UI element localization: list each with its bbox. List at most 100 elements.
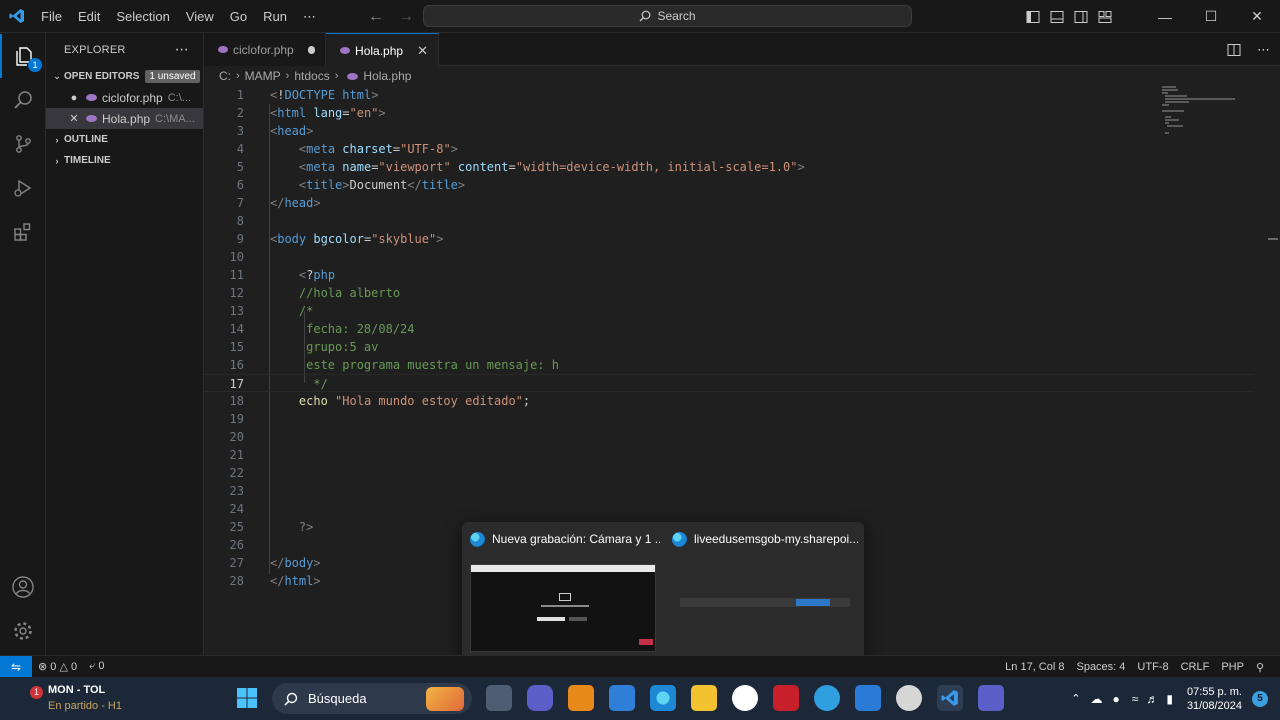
sublime-text-icon[interactable] <box>568 685 594 711</box>
code-line[interactable]: 23 <box>204 482 1254 500</box>
code-line[interactable]: 7 </head> <box>204 194 1254 212</box>
end-of-line[interactable]: CRLF <box>1175 661 1216 673</box>
problems-indicator[interactable]: ⊗ 0 △ 0 <box>32 660 83 673</box>
command-center-search[interactable]: Search <box>423 5 912 27</box>
battery-icon[interactable]: ▮ <box>1166 692 1173 706</box>
code-line[interactable]: 13 /* <box>204 302 1254 320</box>
remote-indicator-icon[interactable]: ⇋ <box>0 655 32 678</box>
menu-edit[interactable]: Edit <box>70 0 108 33</box>
code-line[interactable]: 10 <box>204 248 1254 266</box>
open-editor-item-hola[interactable]: ✕ Hola.php C:\MA... <box>46 108 203 129</box>
menu-file[interactable]: File <box>33 0 70 33</box>
code-line[interactable]: 20 <box>204 428 1254 446</box>
close-icon[interactable]: ✕ <box>66 112 82 125</box>
clock[interactable]: 07:55 p. m. 31/08/2024 <box>1187 685 1242 713</box>
code-line[interactable]: 22 <box>204 464 1254 482</box>
accounts-activity[interactable] <box>0 565 46 609</box>
github-icon[interactable] <box>732 685 758 711</box>
toggle-panel-icon[interactable] <box>1050 10 1064 24</box>
code-line[interactable]: 3 <head> <box>204 122 1254 140</box>
encoding[interactable]: UTF-8 <box>1131 661 1174 673</box>
manage-activity[interactable] <box>0 609 46 653</box>
code-line[interactable]: 15 grupo:5 av <box>204 338 1254 356</box>
code-line[interactable]: 18 echo "Hola mundo estoy editado"; <box>204 392 1254 410</box>
wifi-icon[interactable]: ≈ <box>1132 692 1139 706</box>
task-view-icon[interactable] <box>486 685 512 711</box>
search-activity[interactable] <box>0 78 46 122</box>
thumbnail-window[interactable]: Nueva grabación: Cámara y 1 ... <box>462 522 662 662</box>
breadcrumb-item[interactable]: C: <box>219 69 231 83</box>
mcafee-icon[interactable] <box>773 685 799 711</box>
breadcrumb-item[interactable]: htdocs <box>294 69 329 83</box>
code-line[interactable]: 11 <?php <box>204 266 1254 284</box>
split-editor-icon[interactable] <box>1227 43 1241 57</box>
help-icon[interactable] <box>814 685 840 711</box>
source-control-activity[interactable] <box>0 122 46 166</box>
code-line[interactable]: 19 <box>204 410 1254 428</box>
open-editor-item-ciclofor[interactable]: ● ciclofor.php C:\... <box>46 87 203 108</box>
teams-chat-icon[interactable] <box>527 685 553 711</box>
microphone-icon[interactable]: ● <box>1112 692 1119 706</box>
indentation[interactable]: Spaces: 4 <box>1070 661 1131 673</box>
microsoft-store-icon[interactable] <box>609 685 635 711</box>
close-icon[interactable]: ✕ <box>417 43 428 59</box>
onedrive-icon[interactable]: ☁ <box>1090 692 1102 706</box>
minimize-icon[interactable]: — <box>1142 0 1188 33</box>
menu-selection[interactable]: Selection <box>108 0 177 33</box>
tab-ciclofor[interactable]: ciclofor.php <box>204 33 326 66</box>
language-mode[interactable]: PHP <box>1215 661 1250 673</box>
toggle-primary-sidebar-icon[interactable] <box>1026 10 1040 24</box>
menu-go[interactable]: Go <box>222 0 255 33</box>
teams-icon[interactable] <box>978 685 1004 711</box>
maximize-icon[interactable]: ☐ <box>1188 0 1234 33</box>
timeline-section[interactable]: › TIMELINE <box>46 150 203 171</box>
menu-view[interactable]: View <box>178 0 222 33</box>
code-line[interactable]: 16 este programa muestra un mensaje: h <box>204 356 1254 374</box>
file-explorer-icon[interactable] <box>691 685 717 711</box>
more-actions-icon[interactable]: ⋯ <box>175 41 189 58</box>
code-line[interactable]: 9 <body bgcolor="skyblue"> <box>204 230 1254 248</box>
code-line[interactable]: 5 <meta name="viewport" content="width=d… <box>204 158 1254 176</box>
code-line[interactable]: 2 <html lang="en"> <box>204 104 1254 122</box>
taskbar-search[interactable]: Búsqueda <box>272 683 472 714</box>
extensions-activity[interactable] <box>0 210 46 254</box>
code-line[interactable]: 8 <box>204 212 1254 230</box>
code-line[interactable]: 21 <box>204 446 1254 464</box>
code-line[interactable]: 17 */ <box>204 374 1254 392</box>
cursor-position[interactable]: Ln 17, Col 8 <box>999 661 1070 673</box>
open-editors-section[interactable]: ⌄ OPEN EDITORS 1 unsaved <box>46 66 203 87</box>
news-widget[interactable]: 1 MON - TOL En partido - H1 <box>30 682 140 716</box>
code-line[interactable]: 14 fecha: 28/08/24 <box>204 320 1254 338</box>
chevron-up-icon[interactable]: ⌃ <box>1071 692 1080 705</box>
run-debug-activity[interactable] <box>0 166 46 210</box>
minimap[interactable] <box>1162 86 1242 146</box>
forward-arrow-icon[interactable]: → <box>398 8 414 26</box>
breadcrumb-item[interactable]: MAMP <box>245 69 281 83</box>
breadcrumb-item[interactable]: Hola.php <box>363 69 411 83</box>
outline-section[interactable]: › OUTLINE <box>46 129 203 150</box>
code-line[interactable]: 24 <box>204 500 1254 518</box>
code-line[interactable]: 1 <!DOCTYPE html> <box>204 86 1254 104</box>
notepad-icon[interactable] <box>855 685 881 711</box>
more-actions-icon[interactable]: ⋯ <box>1257 42 1270 58</box>
tab-hola[interactable]: Hola.php ✕ <box>326 33 439 67</box>
code-line[interactable]: 4 <meta charset="UTF-8"> <box>204 140 1254 158</box>
customize-layout-icon[interactable] <box>1098 10 1112 24</box>
notification-count[interactable]: 5 <box>1252 690 1268 707</box>
volume-icon[interactable]: ♬ <box>1146 692 1158 706</box>
vscode-taskbar-icon[interactable] <box>937 685 963 711</box>
code-line[interactable]: 6 <title>Document</title> <box>204 176 1254 194</box>
menu-run[interactable]: Run <box>255 0 295 33</box>
toggle-secondary-sidebar-icon[interactable] <box>1074 10 1088 24</box>
thumbnail-window[interactable]: liveedusemsgob-my.sharepoi... <box>664 522 864 662</box>
menu-more[interactable]: ⋯ <box>295 0 324 33</box>
edge-icon[interactable] <box>650 685 676 711</box>
start-button[interactable] <box>234 685 260 711</box>
close-window-icon[interactable]: ✕ <box>1234 0 1280 33</box>
notifications-bell-icon[interactable]: ⚲ <box>1250 661 1270 674</box>
ports-indicator[interactable]: ⤶ 0 <box>83 660 110 673</box>
media-app-icon[interactable] <box>896 685 922 711</box>
explorer-activity[interactable]: 1 <box>0 34 46 78</box>
dirty-dot-icon[interactable] <box>307 45 315 54</box>
code-line[interactable]: 12 //hola alberto <box>204 284 1254 302</box>
